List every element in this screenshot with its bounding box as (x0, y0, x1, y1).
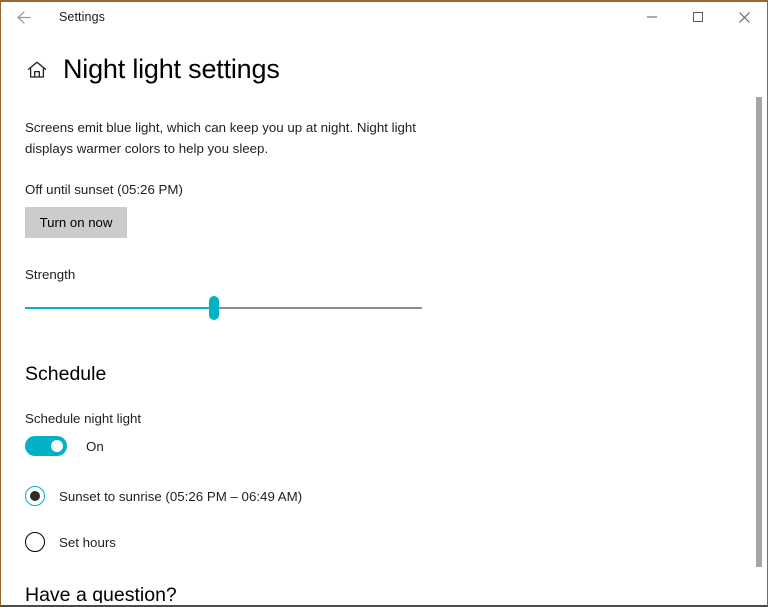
schedule-heading: Schedule (25, 363, 107, 385)
strength-label: Strength (25, 267, 76, 282)
schedule-night-light-toggle[interactable] (25, 436, 67, 456)
page-title: Night light settings (63, 54, 280, 84)
window-controls (629, 2, 767, 32)
settings-content: Night light settings Screens emit blue l… (1, 32, 751, 603)
back-arrow-icon (13, 7, 34, 28)
vertical-scrollbar[interactable] (752, 32, 766, 603)
radio-option-sunset-to-sunrise[interactable]: Sunset to sunrise (05:26 PM – 06:49 AM) (25, 486, 751, 506)
toggle-knob (51, 440, 63, 452)
slider-thumb[interactable] (209, 296, 219, 320)
night-light-status: Off until sunset (05:26 PM) (25, 182, 183, 197)
home-icon[interactable] (25, 58, 49, 82)
close-button[interactable] (721, 2, 767, 32)
toggle-state-label: On (86, 438, 104, 454)
back-button[interactable] (3, 2, 43, 32)
radio-button-set-hours[interactable] (25, 532, 45, 552)
maximize-button[interactable] (675, 2, 721, 32)
have-a-question-heading: Have a question? (25, 584, 177, 603)
radio-label-sunset-to-sunrise: Sunset to sunrise (05:26 PM – 06:49 AM) (59, 488, 303, 504)
close-icon (738, 11, 751, 24)
page-description: Screens emit blue light, which can keep … (25, 120, 417, 156)
minimize-icon (646, 11, 658, 23)
strength-slider[interactable] (25, 296, 422, 322)
maximize-icon (692, 11, 704, 23)
title-bar: Settings (1, 2, 767, 32)
schedule-toggle-label: Schedule night light (25, 411, 142, 426)
settings-window: Settings Night light settings Screens em… (0, 0, 768, 607)
scrollbar-thumb[interactable] (756, 97, 762, 567)
turn-on-now-button[interactable]: Turn on now (25, 207, 127, 238)
schedule-toggle-row: On (25, 436, 751, 456)
minimize-button[interactable] (629, 2, 675, 32)
window-title: Settings (59, 10, 105, 24)
page-header: Night light settings (25, 56, 751, 83)
radio-label-set-hours: Set hours (59, 534, 116, 550)
radio-button-sunset-to-sunrise[interactable] (25, 486, 45, 506)
radio-option-set-hours[interactable]: Set hours (25, 532, 751, 552)
slider-fill (25, 307, 215, 309)
